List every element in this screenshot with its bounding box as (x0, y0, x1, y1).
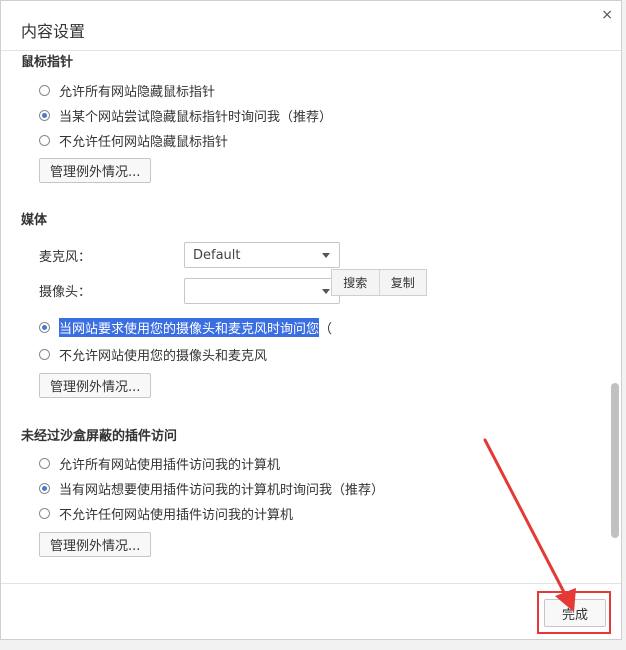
microphone-select-value: Default (193, 247, 241, 263)
text-selection-context-menu: 搜索 复制 (331, 269, 427, 296)
section-title-plugins: 未经过沙盒屏蔽的插件访问 (21, 429, 178, 444)
scrollbar-thumb[interactable] (611, 383, 619, 538)
chevron-down-icon (322, 289, 330, 294)
radio-label: 不允许网站使用您的摄像头和麦克风 (59, 348, 268, 364)
manage-exceptions-button-plugins[interactable]: 管理例外情况... (39, 532, 152, 557)
context-menu-search[interactable]: 搜索 (332, 270, 380, 295)
done-button[interactable]: 完成 (544, 599, 606, 627)
radio-row-ask-camera-mic[interactable]: 当网站要求使用您的摄像头和麦克风时询问您 （ (39, 317, 333, 337)
settings-scroll-area[interactable]: 鼠标指针 允许所有网站隐藏鼠标指针 当某个网站尝试隐藏鼠标指针时询问我（推荐） … (1, 51, 607, 581)
microphone-label: 麦克风： (39, 250, 92, 265)
radio-row-block-hide-pointer[interactable]: 不允许任何网站隐藏鼠标指针 (39, 131, 229, 150)
radio-button[interactable] (39, 134, 50, 146)
radio-button-checked[interactable] (39, 321, 50, 333)
radio-button-checked[interactable] (39, 482, 50, 494)
radio-button-checked[interactable] (39, 109, 50, 121)
camera-select[interactable] (184, 278, 340, 304)
microphone-select[interactable]: Default (184, 242, 340, 268)
footer-divider (1, 583, 621, 584)
radio-row-ask-plugins[interactable]: 当有网站想要使用插件访问我的计算机时询问我（推荐） (39, 479, 385, 498)
radio-label: 允许所有网站隐藏鼠标指针 (59, 84, 216, 100)
radio-button[interactable] (39, 457, 50, 469)
manage-exceptions-button-mouse[interactable]: 管理例外情况... (39, 158, 152, 183)
radio-button[interactable] (39, 507, 50, 519)
radio-row-allow-hide-pointer[interactable]: 允许所有网站隐藏鼠标指针 (39, 81, 216, 100)
radio-label: 不允许任何网站隐藏鼠标指针 (59, 134, 229, 150)
radio-row-allow-plugins[interactable]: 允许所有网站使用插件访问我的计算机 (39, 454, 281, 473)
dialog-title: 内容设置 (21, 22, 86, 41)
section-title-media: 媒体 (21, 213, 48, 228)
radio-label-selected-text: 当网站要求使用您的摄像头和麦克风时询问您 (59, 317, 320, 337)
content-settings-dialog: 内容设置 × 鼠标指针 允许所有网站隐藏鼠标指针 当某个网站尝试隐藏鼠标指针时询… (0, 0, 622, 640)
radio-button[interactable] (39, 348, 50, 360)
radio-label: 允许所有网站使用插件访问我的计算机 (59, 457, 281, 473)
radio-label: 当某个网站尝试隐藏鼠标指针时询问我（推荐） (59, 109, 333, 125)
manage-exceptions-button-media[interactable]: 管理例外情况... (39, 373, 152, 398)
radio-button[interactable] (39, 84, 50, 96)
radio-label: 不允许任何网站使用插件访问我的计算机 (59, 507, 294, 523)
radio-row-block-camera-mic[interactable]: 不允许网站使用您的摄像头和麦克风 (39, 345, 268, 364)
radio-label: 当有网站想要使用插件访问我的计算机时询问我（推荐） (59, 482, 385, 498)
context-menu-copy[interactable]: 复制 (380, 270, 427, 295)
radio-row-ask-hide-pointer[interactable]: 当某个网站尝试隐藏鼠标指针时询问我（推荐） (39, 106, 333, 125)
close-icon[interactable]: × (601, 7, 613, 23)
section-title-mouse-pointer: 鼠标指针 (21, 55, 74, 70)
radio-label-suffix: （ (319, 321, 333, 337)
radio-row-block-plugins[interactable]: 不允许任何网站使用插件访问我的计算机 (39, 504, 294, 523)
camera-label: 摄像头： (39, 285, 92, 300)
chevron-down-icon (322, 253, 330, 258)
